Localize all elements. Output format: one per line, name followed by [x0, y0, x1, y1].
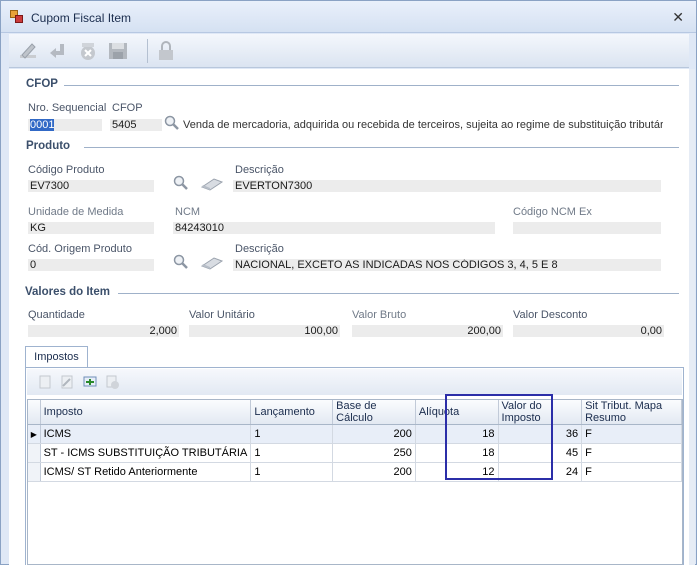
- ncm-label: NCM: [175, 206, 201, 218]
- row-indicator: [28, 462, 41, 482]
- codigo-ncm-ex-field[interactable]: [513, 222, 661, 234]
- descricao-label: Descrição: [235, 164, 284, 176]
- grid-toolbar: [27, 369, 682, 395]
- valor-desconto-field[interactable]: 0,00: [513, 325, 664, 337]
- edit-icon[interactable]: [15, 38, 41, 64]
- cell-lancamento[interactable]: 1: [250, 424, 334, 444]
- valor-bruto-field[interactable]: 200,00: [352, 325, 503, 337]
- grid-header-indicator: [28, 400, 41, 425]
- cell-sit[interactable]: F: [581, 462, 682, 482]
- produto-search-icon[interactable]: [173, 175, 189, 191]
- grid-header-aliquota[interactable]: Alíquota: [415, 400, 499, 425]
- cell-imposto[interactable]: ICMS/ ST Retido Anteriormente: [40, 462, 252, 482]
- grid-header-imposto[interactable]: Imposto: [40, 400, 252, 425]
- grid-header-sit[interactable]: Sit Tribut. Mapa Resumo: [581, 400, 682, 425]
- save-icon[interactable]: [105, 38, 131, 64]
- unidade-medida-field[interactable]: KG: [28, 222, 154, 234]
- toolbar-separator: [147, 39, 148, 63]
- cfop-label: CFOP: [112, 102, 143, 114]
- section-title-cfop: CFOP: [26, 78, 58, 90]
- cell-sit[interactable]: F: [581, 424, 682, 444]
- section-title-valores: Valores do Item: [25, 286, 111, 298]
- cell-base[interactable]: 250: [332, 443, 416, 463]
- right-edge-strip: [689, 69, 695, 565]
- delete-icon[interactable]: [75, 38, 101, 64]
- origem-eraser-icon[interactable]: [200, 256, 224, 270]
- produto-eraser-icon[interactable]: [200, 177, 224, 191]
- cell-base[interactable]: 200: [332, 462, 416, 482]
- nro-sequencial-field[interactable]: 0001: [28, 119, 102, 131]
- main-toolbar: [9, 34, 689, 68]
- grid-header-lancamento[interactable]: Lançamento: [250, 400, 334, 425]
- cell-imposto[interactable]: ICMS: [40, 424, 252, 444]
- origem-produto-label: Cód. Origem Produto: [28, 243, 132, 255]
- unidade-medida-label: Unidade de Medida: [28, 206, 124, 218]
- valor-unitario-label: Valor Unitário: [189, 309, 255, 321]
- impostos-tab-panel: Imposto Lançamento Base de Cálculo Alíqu…: [25, 367, 684, 565]
- codigo-ncm-ex-label: Código NCM Ex: [513, 206, 592, 218]
- section-title-produto: Produto: [26, 140, 71, 152]
- ncm-field[interactable]: 84243010: [173, 222, 495, 234]
- row-indicator: [28, 443, 41, 463]
- add-row-icon[interactable]: [82, 374, 98, 390]
- title-bar: Cupom Fiscal Item ✕: [1, 1, 696, 33]
- cell-aliquota[interactable]: 18: [415, 443, 499, 463]
- undo-icon[interactable]: [45, 38, 71, 64]
- section-divider: [118, 293, 679, 294]
- cell-aliquota[interactable]: 12: [415, 462, 499, 482]
- row-indicator-icon: ▶: [28, 424, 41, 444]
- quantidade-label: Quantidade: [28, 309, 85, 321]
- cell-base[interactable]: 200: [332, 424, 416, 444]
- cfop-field[interactable]: 5405: [110, 119, 162, 131]
- new-record-icon[interactable]: [37, 374, 53, 390]
- cell-lancamento[interactable]: 1: [250, 443, 334, 463]
- section-divider: [64, 85, 679, 86]
- close-icon[interactable]: ✕: [672, 9, 684, 26]
- cfop-search-icon[interactable]: [164, 115, 180, 131]
- origem-descricao-field[interactable]: NACIONAL, EXCETO AS INDICADAS NOS CÓDIGO…: [233, 259, 661, 271]
- cupom-fiscal-item-window: Cupom Fiscal Item ✕ CFOP Nro. Sequencial…: [0, 0, 697, 565]
- table-row[interactable]: ICMS/ ST Retido Anteriormente 1 200 12 2…: [28, 462, 682, 482]
- codigo-produto-field[interactable]: EV7300: [28, 180, 154, 192]
- valor-unitario-field[interactable]: 100,00: [189, 325, 340, 337]
- origem-produto-field[interactable]: 0: [28, 259, 154, 271]
- cfop-description: Venda de mercadoria, adquirida ou recebi…: [183, 119, 663, 131]
- descricao-field[interactable]: EVERTON7300: [233, 180, 661, 192]
- cell-aliquota[interactable]: 18: [415, 424, 499, 444]
- grid-header-base[interactable]: Base de Cálculo: [332, 400, 416, 425]
- codigo-produto-label: Código Produto: [28, 164, 105, 176]
- grid-header-valor[interactable]: Valor do Imposto: [498, 400, 583, 425]
- cell-sit[interactable]: F: [581, 443, 682, 463]
- nro-sequencial-label: Nro. Sequencial: [28, 102, 107, 114]
- tab-impostos[interactable]: Impostos: [25, 346, 88, 368]
- table-row[interactable]: ST - ICMS SUBSTITUIÇÃO TRIBUTÁRIA 1 250 …: [28, 443, 682, 463]
- table-row[interactable]: ▶ ICMS 1 200 18 36 F: [28, 424, 682, 444]
- lock-icon[interactable]: [153, 38, 179, 64]
- grid-header-row: Imposto Lançamento Base de Cálculo Alíqu…: [28, 400, 682, 425]
- cell-valor[interactable]: 24: [498, 462, 583, 482]
- edit-record-icon[interactable]: [59, 374, 75, 390]
- valor-bruto-label: Valor Bruto: [352, 309, 407, 321]
- window-title: Cupom Fiscal Item: [31, 11, 132, 25]
- impostos-grid: Imposto Lançamento Base de Cálculo Alíqu…: [27, 399, 683, 565]
- cell-valor[interactable]: 36: [498, 424, 583, 444]
- cell-lancamento[interactable]: 1: [250, 462, 334, 482]
- cell-valor[interactable]: 45: [498, 443, 583, 463]
- section-divider: [84, 147, 679, 148]
- valor-desconto-label: Valor Desconto: [513, 309, 588, 321]
- cell-imposto[interactable]: ST - ICMS SUBSTITUIÇÃO TRIBUTÁRIA: [40, 443, 252, 463]
- origem-descricao-label: Descrição: [235, 243, 284, 255]
- quantidade-field[interactable]: 2,000: [28, 325, 179, 337]
- form-panel: CFOP Nro. Sequencial 0001 CFOP 5405 Vend…: [9, 69, 689, 565]
- delete-record-icon[interactable]: [104, 374, 120, 390]
- origem-search-icon[interactable]: [173, 254, 189, 270]
- app-icon: [10, 10, 24, 24]
